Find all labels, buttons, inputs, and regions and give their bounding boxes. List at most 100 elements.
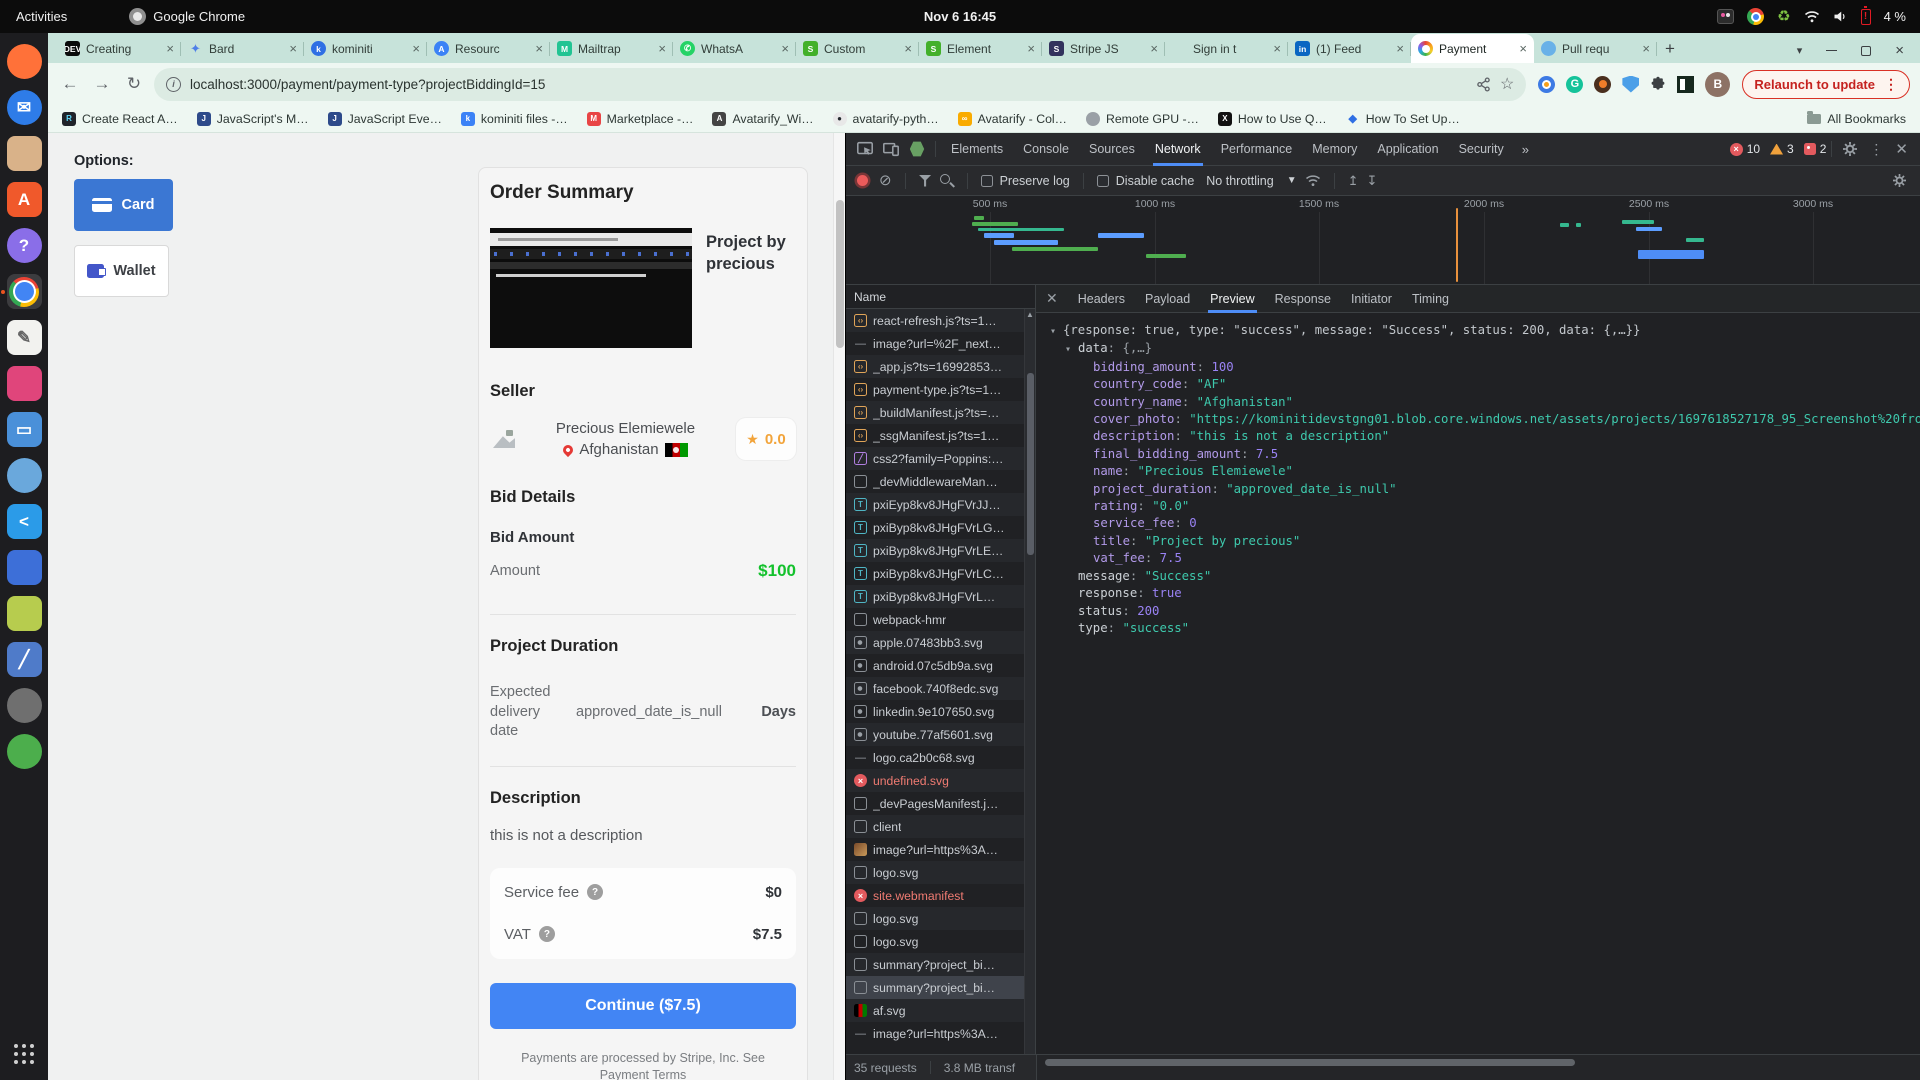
tab-close-icon[interactable]: × — [1150, 41, 1158, 56]
site-info-icon[interactable]: i — [166, 77, 181, 92]
devtools-tab-sources[interactable]: Sources — [1079, 133, 1145, 166]
dock-files[interactable] — [7, 136, 42, 171]
request-row-react-refresh-js-ts-1[interactable]: ‹›react-refresh.js?ts=1… — [846, 309, 1035, 332]
request-row-linkedin-9e107650-svg[interactable]: linkedin.9e107650.svg — [846, 700, 1035, 723]
bookmark-javascript-s-m[interactable]: JJavaScript's M… — [197, 112, 309, 126]
extensions-puzzle-icon[interactable] — [1650, 76, 1666, 92]
bookmark-how-to-use-q[interactable]: XHow to Use Q… — [1218, 112, 1327, 126]
expand-arrow-icon[interactable]: ▾ — [1065, 341, 1078, 358]
grammarly-extension-icon[interactable]: G — [1566, 76, 1583, 93]
preview-line[interactable]: final_bidding_amount: 7.5 — [1036, 446, 1920, 463]
devtools-tab-elements[interactable]: Elements — [941, 133, 1013, 166]
tab-close-icon[interactable]: × — [1519, 41, 1527, 56]
detail-tab-headers[interactable]: Headers — [1068, 285, 1135, 313]
request-row-logo-ca2b0c68-svg[interactable]: —logo.ca2b0c68.svg — [846, 746, 1035, 769]
scroll-up-arrow-icon[interactable]: ▲ — [1025, 310, 1035, 319]
browser-tab-element[interactable]: SElement× — [919, 34, 1042, 63]
bookmark-avatarify-pyth[interactable]: ●avatarify-pyth… — [833, 112, 939, 126]
new-tab-button[interactable]: + — [1665, 39, 1675, 59]
adblock-extension-icon[interactable] — [1594, 76, 1611, 93]
detail-tab-payload[interactable]: Payload — [1135, 285, 1200, 313]
console-errors-badge[interactable]: ×10 — [1730, 142, 1760, 156]
preview-line[interactable]: description: "this is not a description" — [1036, 428, 1920, 445]
preserve-log-checkbox[interactable]: Preserve log — [981, 174, 1070, 188]
detail-horizontal-scrollbar[interactable] — [1036, 1055, 1920, 1080]
request-row-logo-svg[interactable]: logo.svg — [846, 930, 1035, 953]
throttling-dropdown[interactable]: No throttling▼ — [1206, 174, 1296, 188]
request-row-undefined-svg[interactable]: ×undefined.svg — [846, 769, 1035, 792]
network-overview-timeline[interactable]: 500 ms1000 ms1500 ms2000 ms2500 ms3000 m… — [846, 196, 1920, 285]
browser-tab-mailtrap[interactable]: MMailtrap× — [550, 34, 673, 63]
bookmark-how-to-set-up[interactable]: ◆How To Set Up… — [1346, 112, 1460, 126]
tab-close-icon[interactable]: × — [1273, 41, 1281, 56]
request-list-header[interactable]: Name — [846, 285, 1035, 309]
devtools-tab-application[interactable]: Application — [1367, 133, 1448, 166]
maximize-button[interactable] — [1861, 46, 1871, 56]
issues-badge[interactable]: 2 — [1804, 142, 1827, 156]
dock-app-center[interactable]: A — [7, 182, 42, 217]
bookmark-javascript-eve[interactable]: JJavaScript Eve… — [328, 112, 442, 126]
dock-draw-tool[interactable]: ╱ — [7, 642, 42, 677]
request-row-facebook-740f8edc-svg[interactable]: facebook.740f8edc.svg — [846, 677, 1035, 700]
close-detail-icon[interactable]: ✕ — [1036, 290, 1068, 307]
request-row-summary-project-bi[interactable]: summary?project_bi… — [846, 976, 1035, 999]
request-row-pxibyp8kv8jhgfvrle[interactable]: TpxiByp8kv8JHgFVrLE… — [846, 539, 1035, 562]
request-row-devpagesmanifest-j[interactable]: _devPagesManifest.j… — [846, 792, 1035, 815]
tab-close-icon[interactable]: × — [1642, 41, 1650, 56]
bookmark-star-icon[interactable]: ☆ — [1500, 74, 1514, 94]
shield-extension-icon[interactable] — [1622, 76, 1639, 93]
network-conditions-icon[interactable] — [1305, 174, 1321, 187]
request-row-af-svg[interactable]: af.svg — [846, 999, 1035, 1022]
browser-tab-payment[interactable]: Payment× — [1411, 34, 1534, 63]
preview-line[interactable]: status: 200 — [1036, 603, 1920, 620]
request-row-image-url-https-3a[interactable]: image?url=https%3A… — [846, 838, 1035, 861]
forward-button[interactable]: → — [90, 74, 114, 94]
devtools-tab-console[interactable]: Console — [1013, 133, 1079, 166]
preview-line[interactable]: bidding_amount: 100 — [1036, 359, 1920, 376]
request-row-client[interactable]: client — [846, 815, 1035, 838]
request-row-image-url-https-3a[interactable]: —image?url=https%3A… — [846, 1022, 1035, 1045]
share-icon[interactable] — [1476, 77, 1491, 92]
node-icon[interactable] — [904, 136, 930, 162]
devtools-tab-security[interactable]: Security — [1449, 133, 1514, 166]
tab-close-icon[interactable]: × — [904, 41, 912, 56]
request-row-css2-family-poppins[interactable]: ╱css2?family=Poppins:… — [846, 447, 1035, 470]
bookmark-remote-gpu[interactable]: Remote GPU -… — [1086, 112, 1199, 126]
service-fee-help-icon[interactable]: ? — [587, 884, 603, 900]
export-har-icon[interactable]: ↥ — [1348, 173, 1359, 189]
dock-gimp[interactable] — [7, 688, 42, 723]
dock-extensions-app[interactable] — [7, 366, 42, 401]
request-row-webpack-hmr[interactable]: webpack-hmr — [846, 608, 1035, 631]
request-row-android-07c5db9a-svg[interactable]: android.07c5db9a.svg — [846, 654, 1035, 677]
detail-tab-timing[interactable]: Timing — [1402, 285, 1459, 313]
clock[interactable]: Nov 6 16:45 — [924, 9, 996, 24]
inspect-element-icon[interactable] — [852, 136, 878, 162]
preview-line[interactable]: response: true — [1036, 585, 1920, 602]
browser-tab-resourc[interactable]: AResourc× — [427, 34, 550, 63]
browser-tab-pull-requ[interactable]: Pull requ× — [1534, 34, 1657, 63]
tab-close-icon[interactable]: × — [658, 41, 666, 56]
detail-tab-preview[interactable]: Preview — [1200, 285, 1264, 313]
tab-search-button[interactable]: ▾ — [1797, 44, 1803, 57]
bookmark-kominiti-files[interactable]: kkominiti files -… — [461, 112, 568, 126]
device-toolbar-icon[interactable] — [878, 136, 904, 162]
tab-close-icon[interactable]: × — [781, 41, 789, 56]
devtools-settings-icon[interactable] — [1837, 136, 1863, 162]
dock-chrome[interactable] — [7, 274, 42, 309]
request-row-pxibyp8kv8jhgfvrlg[interactable]: TpxiByp8kv8JHgFVrLG… — [846, 516, 1035, 539]
address-bar[interactable]: i localhost:3000/payment/payment-type?pr… — [154, 68, 1526, 101]
preview-line[interactable]: name: "Precious Elemiewele" — [1036, 463, 1920, 480]
import-har-icon[interactable]: ↧ — [1367, 173, 1378, 189]
page-scrollbar[interactable] — [833, 133, 845, 1080]
request-row-summary-project-bi[interactable]: summary?project_bi… — [846, 953, 1035, 976]
preview-line[interactable]: type: "success" — [1036, 620, 1920, 637]
request-list-scrollbar[interactable]: ▲ — [1024, 309, 1035, 1054]
relaunch-to-update-button[interactable]: Relaunch to update ⋮ — [1742, 70, 1910, 99]
close-window-button[interactable]: × — [1895, 43, 1904, 58]
request-row-devmiddlewareman[interactable]: _devMiddlewareMan… — [846, 470, 1035, 493]
reload-button[interactable]: ↻ — [122, 74, 146, 94]
console-warnings-badge[interactable]: 3 — [1770, 142, 1794, 156]
extension-icon-1[interactable] — [1538, 76, 1555, 93]
request-row-pxieyp8kv8jhgfvrjj[interactable]: TpxiEyp8kv8JHgFVrJJ… — [846, 493, 1035, 516]
preview-line[interactable]: service_fee: 0 — [1036, 515, 1920, 532]
